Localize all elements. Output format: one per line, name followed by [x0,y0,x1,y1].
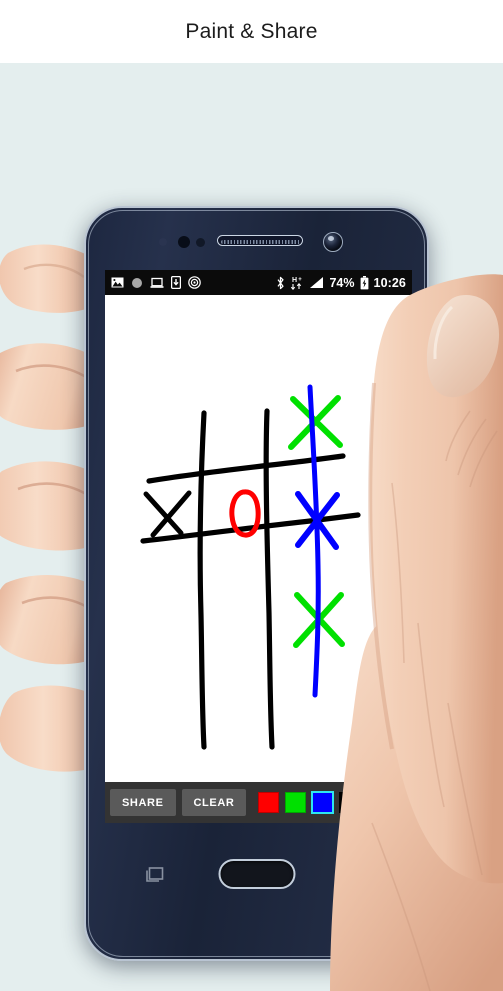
app-screenshot: Paint & Share H + 74% 10:26 SHARE CLEAR [0,0,503,991]
page-title: Paint & Share [185,19,318,43]
window-title-bar: Paint & Share [0,0,503,63]
hand-front-layer [330,274,503,991]
scene-background: H + 74% 10:26 SHARE CLEAR [0,63,503,991]
